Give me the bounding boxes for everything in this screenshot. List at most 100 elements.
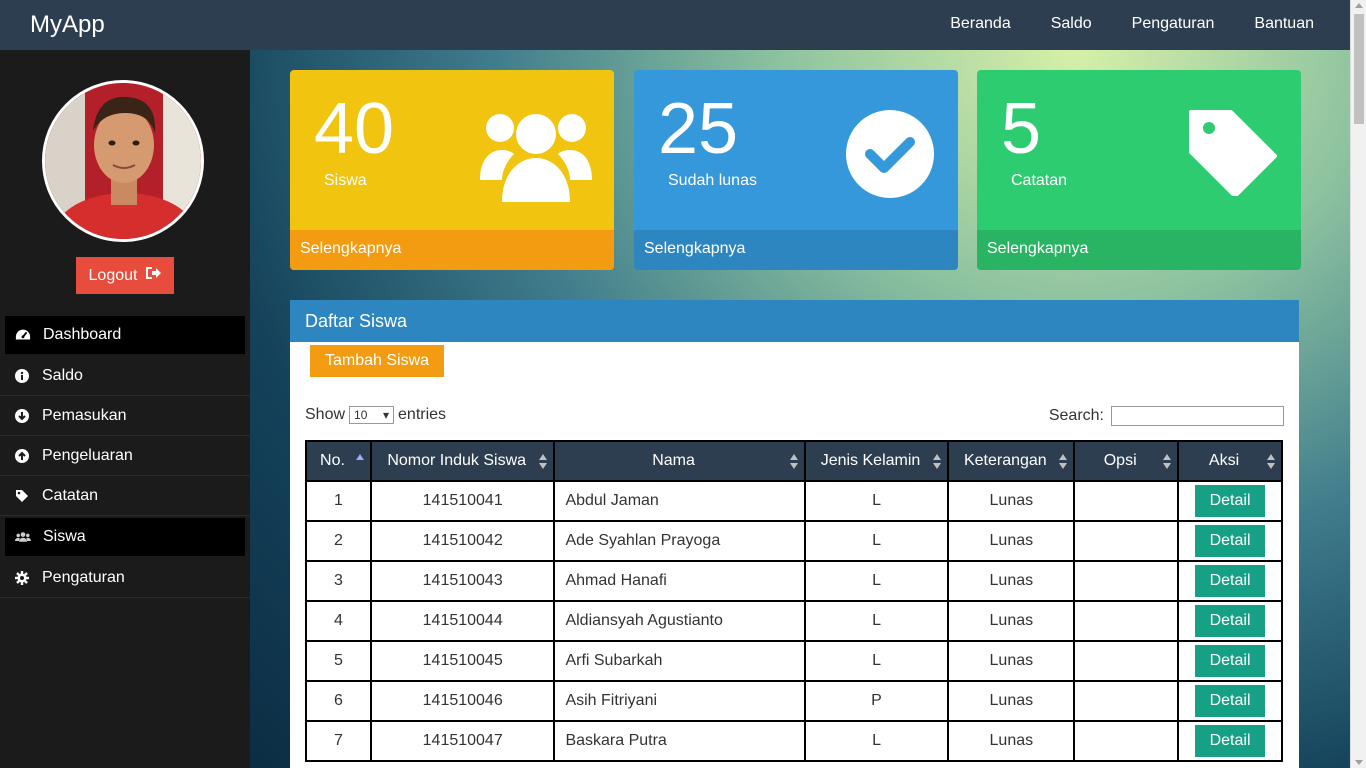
show-label: Show [305, 406, 346, 423]
cell-nama: Aldiansyah Agustianto [553, 600, 806, 642]
cell-opsi [1073, 560, 1180, 602]
stat-card-catatan: 5 Catatan Selengkapnya [977, 70, 1301, 270]
detail-button[interactable]: Detail [1195, 565, 1266, 597]
cell-aksi: Detail [1177, 520, 1283, 562]
arrow-down-circle-icon [14, 408, 30, 424]
cell-jenis-kelamin: L [803, 480, 950, 522]
add-student-button[interactable]: Tambah Siswa [310, 345, 444, 377]
check-circle-icon [846, 110, 934, 203]
cell-nama: Baskara Putra [553, 720, 806, 762]
stat-value: 40 [314, 89, 395, 169]
sidebar-item-pengaturan[interactable]: Pengaturan [0, 558, 250, 598]
stat-card-sudah-lunas: 25 Sudah lunas Selengkapnya [634, 70, 958, 270]
detail-button[interactable]: Detail [1195, 525, 1266, 557]
sort-icon [1267, 454, 1275, 470]
sidebar-item-label: Pengaturan [42, 568, 125, 586]
cell-keterangan: Lunas [947, 560, 1076, 602]
cell-nis: 141510046 [369, 680, 556, 722]
scroll-down-arrow-icon[interactable] [1355, 760, 1363, 765]
sidebar-item-label: Siswa [43, 528, 86, 545]
cell-aksi: Detail [1177, 600, 1283, 642]
column-header-jenis-kelamin[interactable]: Jenis Kelamin [803, 440, 950, 482]
cell-no: 4 [305, 600, 372, 642]
column-header-opsi[interactable]: Opsi [1073, 440, 1180, 482]
student-table: No. Nomor Induk Siswa Nama Jenis Kelamin… [305, 440, 1283, 762]
table-row: 5 141510045 Arfi Subarkah L Lunas Detail [305, 640, 1283, 682]
cell-nis: 141510047 [369, 720, 556, 762]
stat-more-link[interactable]: Selengkapnya [634, 230, 958, 270]
scroll-up-arrow-icon[interactable] [1355, 3, 1363, 8]
column-header-nis[interactable]: Nomor Induk Siswa [369, 440, 556, 482]
stat-card-siswa: 40 Siswa Selengkapnya [290, 70, 614, 270]
sidebar-item-saldo[interactable]: Saldo [0, 356, 250, 396]
sort-icon [789, 454, 798, 470]
stat-value: 5 [1001, 89, 1042, 169]
stat-label: Siswa [324, 172, 367, 189]
cell-keterangan: Lunas [947, 720, 1076, 762]
users-icon [480, 106, 592, 211]
sign-out-icon [145, 266, 162, 285]
cell-aksi: Detail [1177, 720, 1283, 762]
logout-button[interactable]: Logout [76, 257, 174, 294]
table-row: 2 141510042 Ade Syahlan Prayoga L Lunas Detai… [305, 520, 1283, 562]
cell-nama: Abdul Jaman [553, 480, 806, 522]
sidebar-item-pengeluaran[interactable]: Pengeluaran [0, 436, 250, 476]
cell-aksi: Detail [1177, 640, 1283, 682]
cell-opsi [1073, 520, 1180, 562]
sort-asc-icon [355, 454, 364, 470]
cell-no: 7 [305, 720, 372, 762]
table-row: 1 141510041 Abdul Jaman L Lunas Detail [305, 480, 1283, 522]
nav-bantuan[interactable]: Bantuan [1254, 15, 1314, 33]
cell-no: 6 [305, 680, 372, 722]
sidebar-item-catatan[interactable]: Catatan [0, 476, 250, 516]
sidebar-item-label: Pengeluaran [42, 446, 133, 464]
dashboard-icon [15, 327, 31, 343]
cell-keterangan: Lunas [947, 600, 1076, 642]
stat-more-link[interactable]: Selengkapnya [977, 230, 1301, 270]
sidebar-item-siswa[interactable]: Siswa [5, 518, 245, 556]
detail-button[interactable]: Detail [1195, 685, 1266, 717]
nav-pengaturan[interactable]: Pengaturan [1132, 15, 1215, 33]
column-header-nama[interactable]: Nama [553, 440, 806, 482]
entries-control: Show 10 ▾ entries [305, 406, 446, 424]
avatar [42, 80, 204, 242]
cell-aksi: Detail [1177, 560, 1283, 602]
cell-no: 3 [305, 560, 372, 602]
cell-jenis-kelamin: L [803, 640, 950, 682]
sidebar-menu: Dashboard Saldo Pemasukan Pengeluaran Ca… [0, 314, 250, 598]
detail-button[interactable]: Detail [1195, 485, 1266, 517]
nav-beranda[interactable]: Beranda [950, 15, 1011, 33]
cell-nis: 141510044 [369, 600, 556, 642]
sidebar-item-pemasukan[interactable]: Pemasukan [0, 396, 250, 436]
cell-jenis-kelamin: L [803, 520, 950, 562]
detail-button[interactable]: Detail [1195, 605, 1266, 637]
cell-opsi [1073, 480, 1180, 522]
search-label: Search: [1048, 407, 1104, 424]
stat-label: Catatan [1011, 172, 1068, 189]
sidebar-item-dashboard[interactable]: Dashboard [5, 316, 245, 354]
cell-aksi: Detail [1177, 480, 1283, 522]
cell-nis: 141510045 [369, 640, 556, 682]
column-header-no[interactable]: No. [305, 440, 372, 482]
page-scrollbar[interactable] [1350, 0, 1366, 768]
detail-button[interactable]: Detail [1195, 645, 1266, 677]
search-control: Search: [1049, 406, 1284, 426]
column-header-aksi[interactable]: Aksi [1177, 440, 1283, 482]
entries-select[interactable]: 10 ▾ [349, 406, 395, 424]
app-brand[interactable]: MyApp [30, 11, 105, 39]
cell-keterangan: Lunas [947, 640, 1076, 682]
nav-saldo[interactable]: Saldo [1051, 15, 1092, 33]
detail-button[interactable]: Detail [1195, 725, 1266, 757]
scroll-thumb[interactable] [1354, 14, 1364, 124]
info-icon [14, 368, 30, 384]
table-row: 3 141510043 Ahmad Hanafi L Lunas Detail [305, 560, 1283, 602]
column-header-keterangan[interactable]: Keterangan [947, 440, 1076, 482]
cell-opsi [1073, 640, 1180, 682]
stat-more-link[interactable]: Selengkapnya [290, 230, 614, 270]
cell-jenis-kelamin: L [803, 600, 950, 642]
sort-icon [539, 454, 548, 470]
search-input[interactable] [1111, 406, 1284, 426]
stat-label: Sudah lunas [668, 172, 757, 189]
sidebar-item-label: Dashboard [43, 326, 122, 343]
tag-icon [14, 488, 30, 504]
